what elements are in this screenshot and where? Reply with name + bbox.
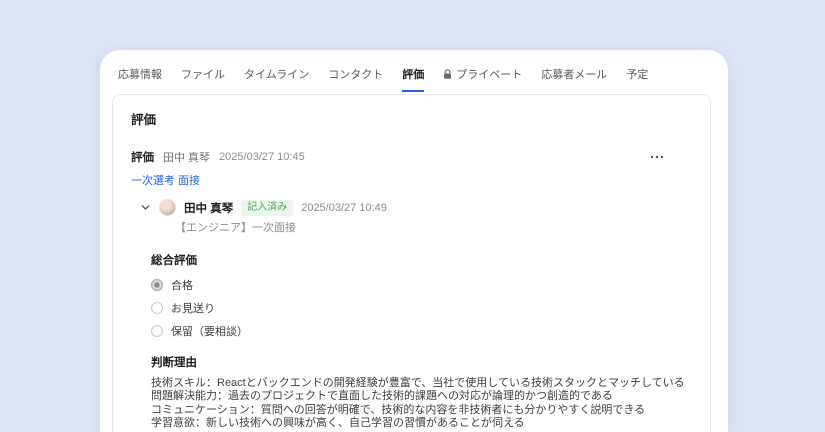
overall-rating-section: 総合評価 合格お見送り保留（要相談） xyxy=(131,252,692,339)
tab-private[interactable]: プライベート xyxy=(443,66,522,92)
tab-label: 応募者メール xyxy=(541,69,608,81)
tab-bar: 応募情報 ファイル タイムライン コンタクト 評価 プライベート 応募者メール 予定 xyxy=(100,50,728,92)
stage-link[interactable]: 一次選考 面接 xyxy=(131,172,200,188)
radio-option-label: お見送り xyxy=(171,303,215,315)
tab-contact[interactable]: コンタクト xyxy=(328,66,383,92)
overall-rating-heading: 総合評価 xyxy=(151,255,197,267)
applicant-detail-card: 応募情報 ファイル タイムライン コンタクト 評価 プライベート 応募者メール 予定 評価 評… xyxy=(100,50,728,432)
entry-author: 田中 真琴 xyxy=(163,152,211,164)
judgement-heading: 判断理由 xyxy=(151,357,197,369)
tab-evaluation[interactable]: 評価 xyxy=(402,66,425,92)
radio-option-label: 保留（要相談） xyxy=(171,326,248,338)
tab-applicant-info[interactable]: 応募情報 xyxy=(118,66,162,92)
judgement-lines: 技術スキル：Reactとバックエンドの開発経験が豊富で、当社で使用している技術ス… xyxy=(151,377,692,431)
collapse-toggle-button[interactable] xyxy=(140,202,151,213)
tab-label: ファイル xyxy=(181,69,225,81)
entry-more-menu-button[interactable] xyxy=(650,155,664,159)
chevron-down-icon xyxy=(141,205,150,210)
overall-rating-options: 合格お見送り保留（要相談） xyxy=(151,277,692,339)
radio-unselected-icon[interactable] xyxy=(151,325,163,337)
reviewer-avatar xyxy=(159,199,176,216)
tab-label: 予定 xyxy=(626,69,649,81)
lock-icon xyxy=(444,68,452,79)
tab-label: コンタクト xyxy=(328,69,384,81)
status-badge: 記入済み xyxy=(241,199,294,216)
judgement-line-1: 問題解決能力：過去のプロジェクトで直面した技術的課題への対応が論理的かつ創造的で… xyxy=(151,390,613,403)
tab-label: 評価 xyxy=(402,69,425,81)
tab-label: プライベート xyxy=(456,69,523,81)
panel-title: 評価 xyxy=(131,113,157,127)
radio-unselected-icon[interactable] xyxy=(151,302,163,314)
page-background: 応募情報 ファイル タイムライン コンタクト 評価 プライベート 応募者メール 予定 評価 評… xyxy=(0,0,825,432)
tab-timeline[interactable]: タイムライン xyxy=(244,66,309,92)
tab-label: タイムライン xyxy=(244,69,310,81)
entry-label: 評価 xyxy=(131,152,154,164)
reviewer-timestamp: 2025/03/27 10:49 xyxy=(301,201,387,214)
radio-selected-icon[interactable] xyxy=(151,279,163,291)
judgement-line-3: 学習意欲：新しい技術への興味が高く、自己学習の習慣があることが伺える xyxy=(151,417,525,430)
tab-schedule[interactable]: 予定 xyxy=(626,66,648,92)
judgement-line-2: コミュニケーション：質問への回答が明確で、技術的な内容を非技術者にも分かりやすく… xyxy=(151,403,646,416)
reviewer-name: 田中 真琴 xyxy=(184,202,234,215)
judgement-line-0: 技術スキル：Reactとバックエンドの開発経験が豊富で、当社で使用している技術ス… xyxy=(151,377,685,389)
radio-option-2[interactable]: 保留（要相談） xyxy=(151,323,692,339)
evaluation-panel: 評価 評価 田中 真琴 2025/03/27 10:45 一次選考 面接 田中 … xyxy=(112,94,711,432)
radio-option-1[interactable]: お見送り xyxy=(151,300,692,316)
tab-label: 応募情報 xyxy=(118,69,162,81)
evaluation-entry-header: 評価 田中 真琴 2025/03/27 10:45 xyxy=(131,149,692,165)
entry-timestamp: 2025/03/27 10:45 xyxy=(219,151,305,163)
evaluation-template-name: 【エンジニア】一次面接 xyxy=(175,222,296,234)
ellipsis-icon xyxy=(650,155,664,159)
reviewer-row: 田中 真琴 記入済み 2025/03/27 10:49 xyxy=(131,199,692,216)
judgement-section: 判断理由 技術スキル：Reactとバックエンドの開発経験が豊富で、当社で使用して… xyxy=(131,354,692,431)
radio-option-0[interactable]: 合格 xyxy=(151,277,692,293)
tab-files[interactable]: ファイル xyxy=(181,66,225,92)
tab-applicant-email[interactable]: 応募者メール xyxy=(541,66,607,92)
radio-option-label: 合格 xyxy=(171,280,193,292)
